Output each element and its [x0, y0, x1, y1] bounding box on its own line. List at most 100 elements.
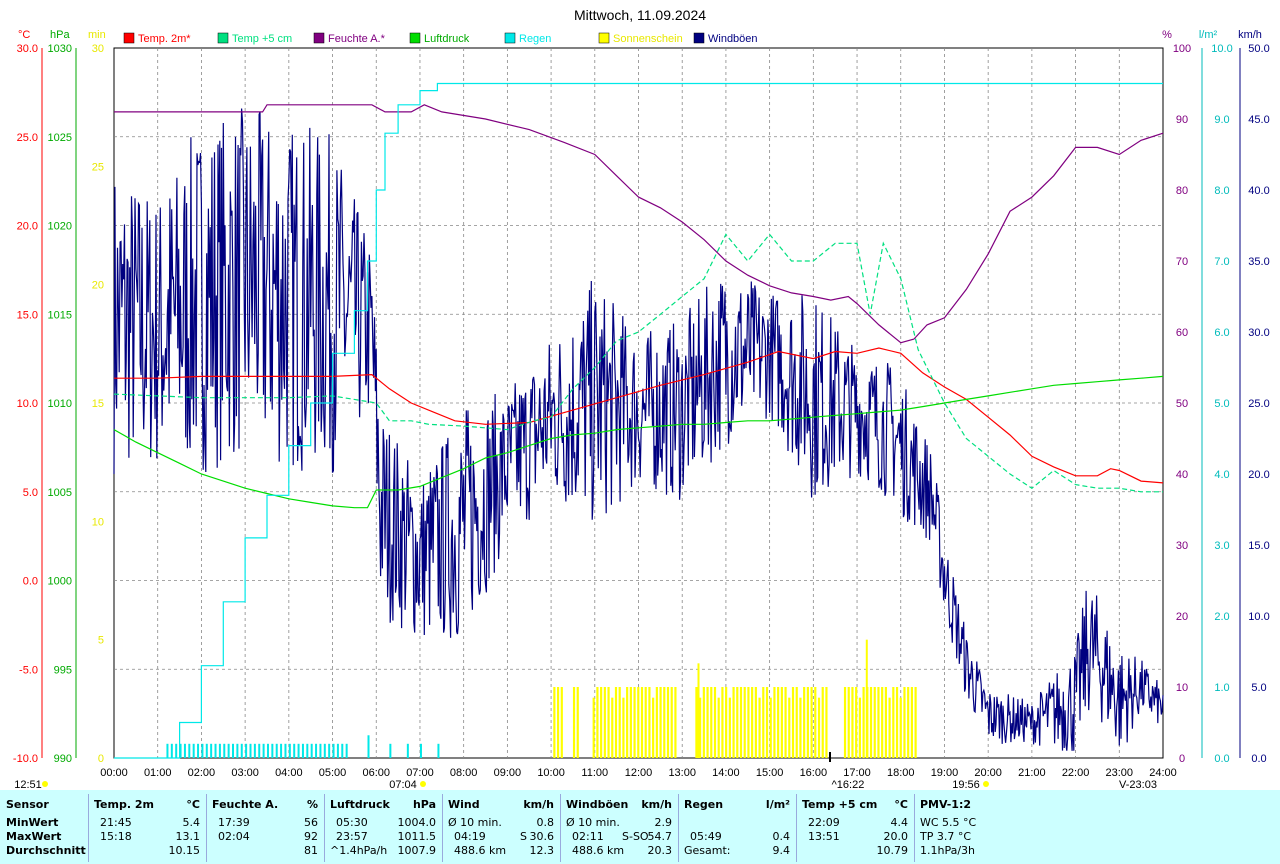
- stats-pmv-col: PMV-1:2 WC 5.5 °C TP 3.7 °C 1.1hPa/3h: [920, 790, 1030, 864]
- stats-rain-title: Regen: [684, 798, 724, 811]
- tick-press-8: 990: [54, 753, 72, 765]
- stats-gust-col: Windböen km/h Ø 10 min. 2.9 02:11 S-SO 5…: [566, 790, 676, 864]
- sunshine-bar-3-8: [725, 687, 728, 758]
- sunshine-bar-4-0: [843, 687, 847, 758]
- stats-press-col: Luftdruck hPa 05:30 1004.0 23:57 1011.5 …: [330, 790, 440, 864]
- sunshine-bar-4-10: [881, 687, 884, 758]
- stats-temp-unit: °C: [186, 798, 200, 811]
- tick-x-5: 05:00: [319, 767, 347, 779]
- stats-press-min: 1004.0: [397, 816, 437, 829]
- tick-rain-5: 5.0: [1214, 398, 1229, 410]
- tick-sun-5: 5: [98, 635, 104, 647]
- stats-rain-max-time: 05:49: [690, 830, 722, 843]
- tick-wind-4: 30.0: [1248, 327, 1269, 339]
- legend-swatch-5: [598, 32, 610, 44]
- sunshine-bar-2-0: [592, 697, 595, 758]
- sunshine-bar-2-10: [629, 687, 632, 758]
- tick-sun-2: 20: [92, 280, 104, 292]
- stats-temp-title: Temp. 2m: [94, 798, 154, 811]
- stats-hum-col: Feuchte A. % 17:39 56 02:04 92 81: [212, 790, 322, 864]
- stats-wind-col: Wind km/h Ø 10 min. 0.8 04:19 S 30.6 488…: [448, 790, 558, 864]
- tick-wind-8: 10.0: [1248, 611, 1269, 623]
- stats-pmv-title: PMV-1:2: [920, 798, 971, 811]
- tick-temp-7: -5.0: [19, 664, 38, 676]
- stats-temp-col: Temp. 2m °C 21:45 5.4 15:18 13.1 10.15: [94, 790, 204, 864]
- stats-gust-max: 54.7: [647, 830, 673, 843]
- marker-sunrise-icon: [420, 781, 426, 787]
- sunshine-bar-3-3: [706, 687, 709, 758]
- tick-x-13: 13:00: [668, 767, 696, 779]
- stats-rain-col: Regen l/m² 05:49 0.4 Gesamt: 9.4: [684, 790, 794, 864]
- stats-sensor-title: Sensor: [6, 798, 49, 811]
- stats-temp5-min: 4.4: [890, 816, 909, 829]
- rain-tick-16: [236, 743, 239, 758]
- rain-tick-27: [284, 743, 287, 758]
- tick-sun-1: 25: [92, 161, 104, 173]
- stats-temp5-unit: °C: [894, 798, 908, 811]
- sunshine-bar-3-27: [795, 687, 798, 758]
- sunshine-bar-3-25: [788, 697, 791, 758]
- tick-hum-10: 0: [1179, 753, 1185, 765]
- rain-tick-46: [437, 743, 440, 758]
- legend-label-0: Temp. 2m*: [138, 33, 191, 45]
- sunshine-bar-3-10: [732, 687, 735, 758]
- rain-tick-25: [275, 743, 278, 758]
- stats-press-min-time: 05:30: [336, 816, 368, 829]
- sunshine-bar-2-1: [596, 687, 599, 758]
- stats-table: Sensor MinWert MaxWert Durchschnitt Temp…: [0, 790, 1280, 864]
- sunshine-bar-3-35: [825, 687, 828, 758]
- tick-rain-7: 3.0: [1214, 540, 1229, 552]
- legend-swatch-2: [313, 32, 325, 44]
- tick-x-1: 01:00: [144, 767, 172, 779]
- rain-tick-17: [240, 743, 243, 758]
- tick-sun-6: 0: [98, 753, 104, 765]
- tick-x-16: 16:00: [800, 767, 828, 779]
- stats-rain-total: 9.4: [772, 844, 791, 857]
- tick-press-5: 1005: [48, 487, 72, 499]
- rain-tick-28: [288, 743, 291, 758]
- marker-noon-icon: [42, 781, 48, 787]
- rain-tick-8: [201, 743, 204, 758]
- sunshine-bar-3-4: [710, 687, 713, 758]
- sunshine-bar-4-4: [858, 697, 861, 758]
- sunshine-bar-2-9: [626, 687, 629, 758]
- rain-tick-39: [336, 743, 339, 758]
- rain-tick-1: [170, 743, 173, 758]
- legend-label-2: Feuchte A.*: [328, 33, 386, 45]
- sunshine-bar-3-21: [773, 687, 776, 758]
- sunshine-bar-4-14: [895, 687, 899, 758]
- tick-sun-3: 15: [92, 398, 104, 410]
- tick-rain-10: 0.0: [1214, 753, 1229, 765]
- stats-row-max: MaxWert: [6, 830, 62, 843]
- stats-hum-min: 56: [304, 816, 318, 829]
- unit-wind: km/h: [1238, 29, 1262, 41]
- stats-hum-unit: %: [306, 798, 318, 811]
- stats-wind-avg: 12.3: [529, 844, 555, 857]
- sunshine-bar-4-15: [899, 697, 902, 758]
- sunshine-bar-3-22: [777, 687, 780, 758]
- stats-gust-min-label: Ø 10 min.: [566, 816, 620, 829]
- sunshine-bar-1-0: [572, 687, 576, 758]
- unit-press: hPa: [50, 29, 70, 41]
- tick-rain-4: 6.0: [1214, 327, 1229, 339]
- tick-hum-5: 50: [1176, 398, 1188, 410]
- rain-tick-29: [293, 743, 296, 758]
- sunshine-bar-4-19: [914, 687, 917, 758]
- tick-rain-2: 8.0: [1214, 185, 1229, 197]
- tick-rain-9: 1.0: [1214, 682, 1229, 694]
- sunshine-bar-1-1: [576, 687, 579, 758]
- tick-x-7: 07:00: [406, 767, 434, 779]
- stats-press-max: 1011.5: [397, 830, 437, 843]
- sunshine-bar-3-23: [780, 687, 783, 758]
- tick-hum-8: 20: [1176, 611, 1188, 623]
- sunshine-bar-2-15: [648, 687, 651, 758]
- legend-label-3: Luftdruck: [424, 33, 470, 45]
- sunshine-bar-2-2: [600, 687, 603, 758]
- tick-x-2: 02:00: [188, 767, 216, 779]
- marker-sunrise: 07:04: [389, 779, 417, 790]
- stats-temp5-max: 20.0: [883, 830, 909, 843]
- legend-swatch-0: [123, 32, 135, 44]
- rain-tick-12: [218, 743, 221, 758]
- rain-tick-31: [301, 743, 304, 758]
- tick-x-18: 18:00: [887, 767, 915, 779]
